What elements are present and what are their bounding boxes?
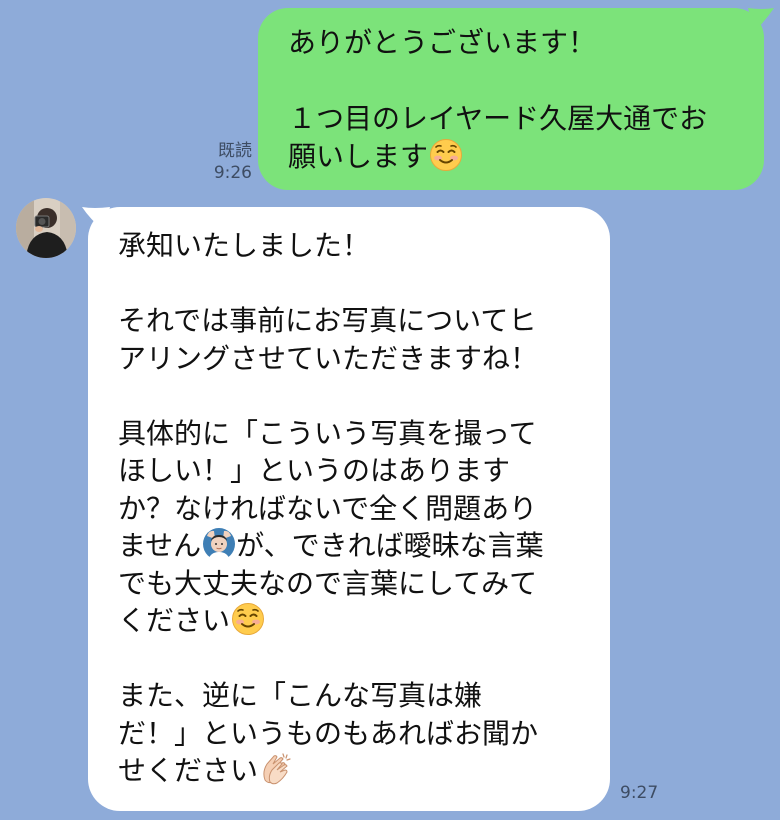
avatar[interactable] <box>16 198 76 258</box>
message-line: また、逆に「こんな写真は嫌 <box>118 679 483 712</box>
message-line: 具体的に「こういう写真を撮って <box>118 416 537 450</box>
message-line: １つ目のレイヤード久屋大通でお <box>288 102 708 135</box>
message-line: ありがとうございます！ <box>288 26 597 59</box>
smiling-face-emoji <box>430 139 463 171</box>
message-line: でも大丈夫なので言葉にしてみて <box>118 566 538 600</box>
message-line: アリングさせていただきますね！ <box>118 341 539 375</box>
message-line: せください <box>118 752 592 790</box>
message-time: 9:26 <box>213 163 252 183</box>
message-line: ほしい！」というのはあります <box>118 454 511 487</box>
message-line: ください <box>118 602 592 640</box>
read-receipt: 既読 <box>218 141 252 161</box>
smiling-face-emoji <box>232 603 265 635</box>
outgoing-message-meta: 既読 9:26 <box>196 140 252 184</box>
message-line: か？なければないで全く問題あり <box>118 491 538 525</box>
message-line: 承知いたしました！ <box>118 229 371 262</box>
avatar-photo-icon <box>16 198 76 258</box>
message-line: それでは事前にお写真についてヒ <box>118 304 537 337</box>
message-line: ません が、できれば曖昧な言葉 <box>118 528 544 562</box>
outgoing-message-bubble[interactable]: ありがとうございます！ １つ目のレイヤード久屋大通でお 願いします <box>258 8 764 190</box>
message-time: 9:27 <box>620 783 659 803</box>
clapping-hands-emoji <box>263 753 291 785</box>
ok-gesture-emoji <box>203 528 236 561</box>
message-line: 願いします <box>288 138 744 176</box>
message-line: だ！」というものもあればお聞か <box>118 716 539 750</box>
incoming-message-bubble[interactable]: 承知いたしました！ それでは事前にお写真についてヒ アリングさせていただきますね… <box>88 207 610 811</box>
